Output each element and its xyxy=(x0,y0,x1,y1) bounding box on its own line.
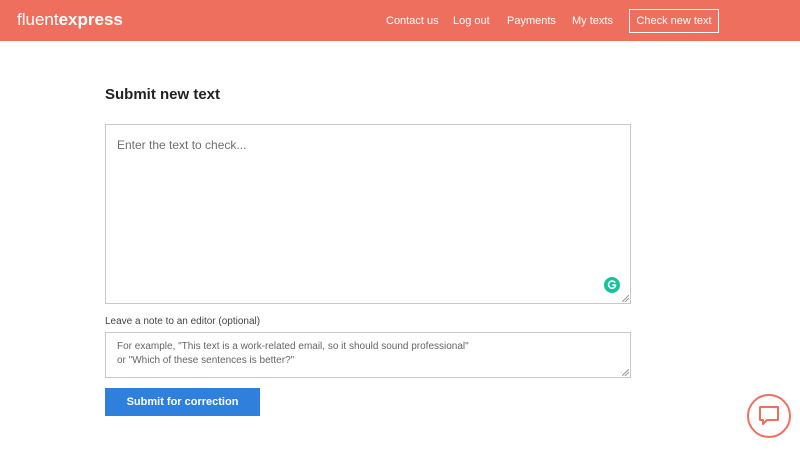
note-label: Leave a note to an editor (optional) xyxy=(105,316,261,327)
top-navbar: fluentexpress Contact us Log out Payment… xyxy=(0,0,800,41)
nav-payments[interactable]: Payments xyxy=(507,14,556,28)
nav-contact-us[interactable]: Contact us xyxy=(386,14,439,28)
nav-log-out[interactable]: Log out xyxy=(453,14,490,28)
page-title: Submit new text xyxy=(105,86,221,103)
chat-bubble-icon[interactable] xyxy=(747,394,791,438)
submit-for-correction-button[interactable]: Submit for correction xyxy=(105,388,260,416)
logo-light-text: fluent xyxy=(17,10,59,29)
nav-my-texts[interactable]: My texts xyxy=(572,14,613,28)
resize-handle-icon[interactable] xyxy=(622,369,629,376)
resize-handle-icon[interactable] xyxy=(622,295,629,302)
logo[interactable]: fluentexpress xyxy=(17,10,123,30)
check-new-text-button[interactable]: Check new text xyxy=(629,9,719,33)
logo-bold-text: express xyxy=(58,10,123,29)
note-input[interactable] xyxy=(106,333,630,377)
text-input[interactable] xyxy=(106,125,630,303)
grammarly-icon[interactable] xyxy=(604,277,620,293)
note-input-container xyxy=(105,332,631,378)
text-input-container xyxy=(105,124,631,304)
